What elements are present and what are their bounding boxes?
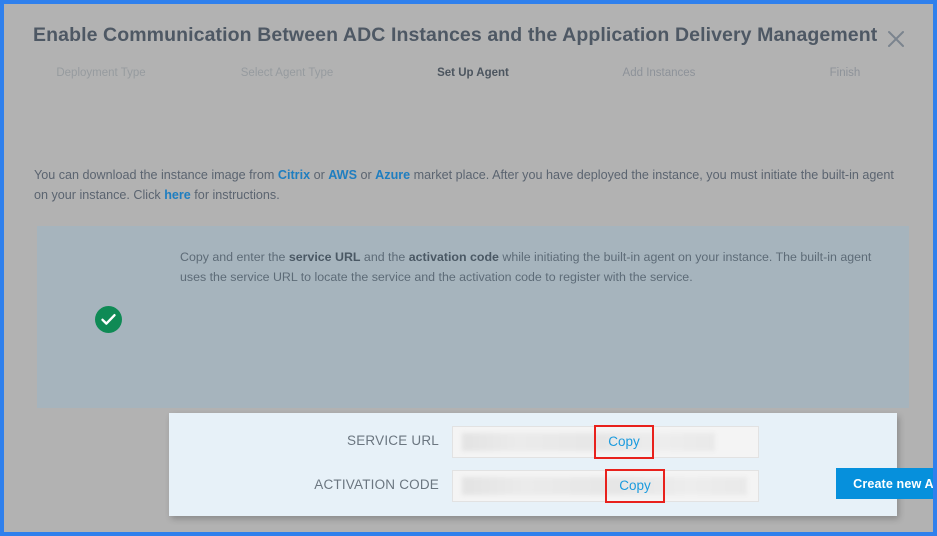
copy-service-url-label: Copy <box>608 434 640 449</box>
citrix-link[interactable]: Citrix <box>278 168 310 182</box>
credentials-card: SERVICE URL Copy ACTIVATION CODE Copy Cr… <box>169 413 933 516</box>
page-title: Enable Communication Between ADC Instanc… <box>33 24 878 46</box>
intro-part3: for instructions. <box>190 188 280 202</box>
intro-sep1: or <box>310 168 329 182</box>
panel-bold-activation-code: activation code <box>408 250 499 264</box>
service-url-redacted-value <box>462 433 715 451</box>
step-add-instances[interactable]: Add Instances <box>569 66 749 80</box>
dialog-window: Enable Communication Between ADC Instanc… <box>0 0 937 536</box>
intro-text: You can download the instance image from… <box>34 165 894 205</box>
panel-description: Copy and enter the service URL and the a… <box>180 247 890 287</box>
copy-service-url-button[interactable]: Copy <box>594 425 654 459</box>
create-new-activation-code-button[interactable]: Create new Activation Code <box>836 468 933 499</box>
step-deployment-type[interactable]: Deployment Type <box>11 66 191 80</box>
panel-bold-service-url: service URL <box>288 250 361 264</box>
service-url-label: SERVICE URL <box>347 433 439 448</box>
wizard-stepper: Deployment Type Select Agent Type Set Up… <box>4 66 933 176</box>
copy-activation-code-button[interactable]: Copy <box>605 469 665 503</box>
setup-panel: Copy and enter the service URL and the a… <box>37 226 909 408</box>
aws-link[interactable]: AWS <box>328 168 357 182</box>
intro-part1: You can download the instance image from <box>34 168 278 182</box>
step-set-up-agent[interactable]: Set Up Agent <box>383 66 563 80</box>
service-url-row: SERVICE URL Copy <box>169 425 897 459</box>
step-select-agent-type[interactable]: Select Agent Type <box>197 66 377 80</box>
activation-code-row: ACTIVATION CODE Copy <box>169 469 897 503</box>
azure-link[interactable]: Azure <box>375 168 410 182</box>
check-circle-icon <box>95 306 122 333</box>
here-link[interactable]: here <box>164 188 191 202</box>
panel-text-part1: Copy and enter the <box>180 250 289 264</box>
step-label: Set Up Agent <box>437 67 509 79</box>
dialog-body: You can download the instance image from… <box>4 128 933 532</box>
panel-text-part2: and the <box>360 250 409 264</box>
step-label: Finish <box>829 67 861 79</box>
step-label: Deployment Type <box>56 67 146 79</box>
step-label: Select Agent Type <box>240 67 334 79</box>
intro-sep2: or <box>356 168 376 182</box>
dialog-header: Enable Communication Between ADC Instanc… <box>4 4 933 176</box>
copy-activation-code-label: Copy <box>619 478 651 493</box>
step-finish[interactable]: Finish <box>755 66 933 80</box>
step-label: Add Instances <box>622 67 696 79</box>
close-icon[interactable] <box>881 24 911 54</box>
activation-code-label: ACTIVATION CODE <box>314 477 439 492</box>
